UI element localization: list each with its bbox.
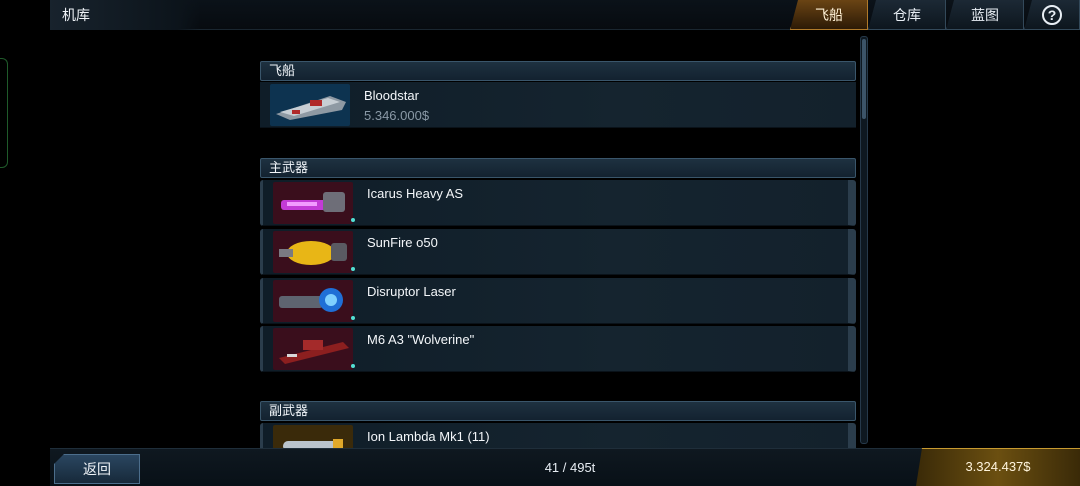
side-handle[interactable] xyxy=(0,58,8,168)
item-name: Ion Lambda Mk1 (11) xyxy=(367,429,490,444)
list-scrollbar[interactable] xyxy=(860,36,868,444)
item-name: Disruptor Laser xyxy=(367,284,456,299)
weapon-item[interactable]: SunFire o50 xyxy=(260,229,856,275)
equipped-indicator xyxy=(351,267,355,271)
tab-bar: 飞船 仓库 蓝图 ? xyxy=(790,0,1080,30)
blue-disruptor-weapon-icon xyxy=(273,280,353,322)
item-name: Bloodstar xyxy=(364,88,419,103)
item-name: SunFire o50 xyxy=(367,235,438,250)
cargo-capacity: 41 / 495t xyxy=(544,460,596,475)
weapon-item[interactable]: Ion Lambda Mk1 (11) xyxy=(260,423,856,448)
page-title: 机库 xyxy=(50,0,200,30)
help-icon: ? xyxy=(1042,5,1062,25)
equipment-list[interactable]: 飞船 Bloodstar 5.346.000$ 主武器 Icarus Heavy… xyxy=(258,36,858,448)
item-name: Icarus Heavy AS xyxy=(367,186,464,201)
credits-display: 3.324.437$ xyxy=(916,448,1080,486)
section-header-secondary: 副武器 xyxy=(260,401,856,421)
equipped-indicator xyxy=(351,218,355,222)
equipped-indicator xyxy=(351,364,355,368)
tab-blueprints[interactable]: 蓝图 xyxy=(946,0,1024,30)
back-button[interactable]: 返回 xyxy=(54,454,140,484)
tab-storage[interactable]: 仓库 xyxy=(868,0,946,30)
yellow-plasma-weapon-icon xyxy=(273,231,353,273)
weapon-item[interactable]: M6 A3 "Wolverine" xyxy=(260,326,856,372)
section-header-primary: 主武器 xyxy=(260,158,856,178)
equipped-indicator xyxy=(351,316,355,320)
ion-missile-weapon-icon xyxy=(273,425,353,448)
red-gun-weapon-icon xyxy=(273,328,353,370)
purple-laser-weapon-icon xyxy=(273,182,353,224)
item-name: M6 A3 "Wolverine" xyxy=(367,332,475,347)
weapon-item[interactable]: Disruptor Laser xyxy=(260,278,856,324)
tab-ship[interactable]: 飞船 xyxy=(790,0,868,30)
item-price: 5.346.000$ xyxy=(364,108,430,123)
section-header-ship: 飞船 xyxy=(260,61,856,81)
ship-thumbnail-icon xyxy=(270,84,350,126)
help-button[interactable]: ? xyxy=(1024,0,1080,30)
scrollbar-thumb[interactable] xyxy=(862,39,866,119)
weapon-item[interactable]: Icarus Heavy AS xyxy=(260,180,856,226)
ship-item[interactable]: Bloodstar 5.346.000$ xyxy=(260,82,856,128)
